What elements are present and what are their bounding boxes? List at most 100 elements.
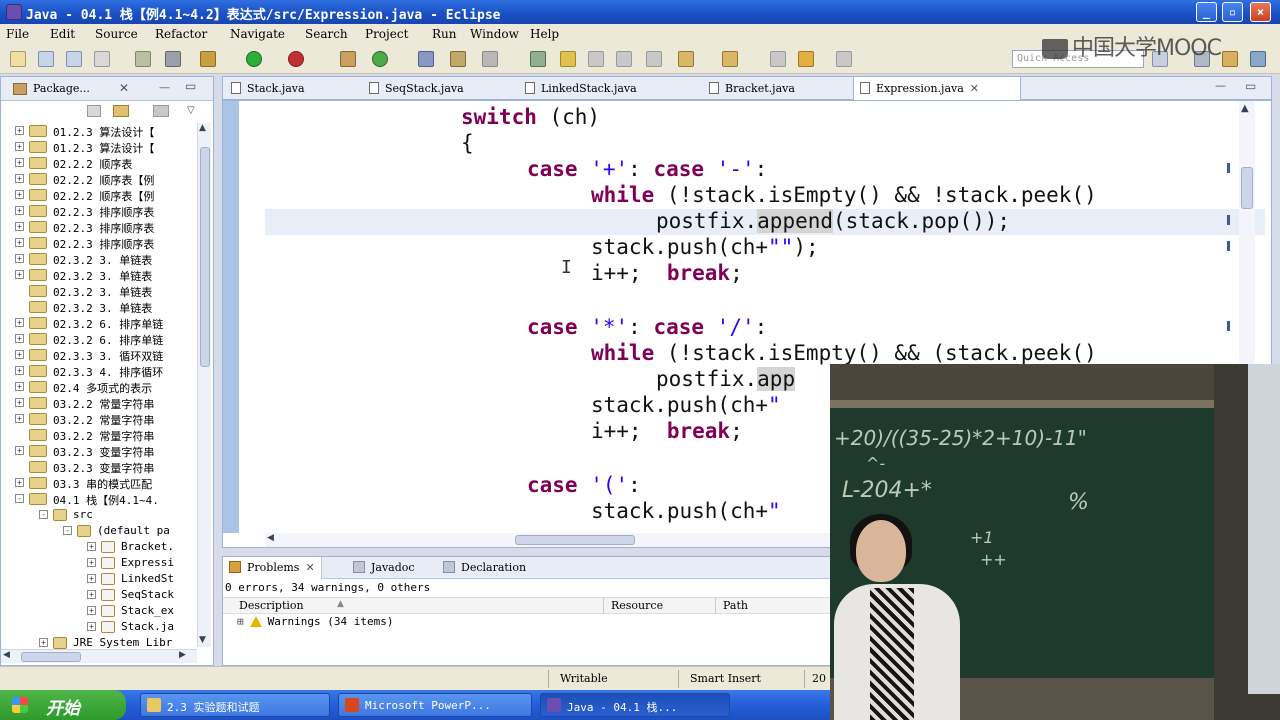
expand-icon[interactable]: ⊞ [237, 615, 244, 628]
collapse-icon[interactable]: - [63, 526, 72, 535]
expand-icon[interactable]: + [87, 606, 96, 615]
debug-perspective-icon[interactable] [1250, 51, 1266, 67]
expand-icon[interactable]: + [87, 574, 96, 583]
taskbar-item-powerpoint[interactable]: Microsoft PowerP... [338, 693, 532, 717]
menu-help[interactable]: Help [530, 27, 559, 41]
skip-icon[interactable] [94, 51, 110, 67]
expand-icon[interactable]: + [15, 190, 24, 199]
expand-icon[interactable]: + [15, 142, 24, 151]
collapse-all-icon[interactable] [87, 105, 101, 117]
tab-bracket-java[interactable]: Bracket.java [709, 77, 795, 100]
save-icon[interactable] [38, 51, 54, 67]
expand-icon[interactable]: + [15, 158, 24, 167]
scroll-left-icon[interactable]: ◀ [3, 650, 10, 660]
new-icon[interactable] [10, 51, 26, 67]
expand-icon[interactable]: + [15, 366, 24, 375]
java-perspective-icon[interactable] [1222, 51, 1238, 67]
package-explorer-tab[interactable]: Package... [33, 82, 90, 95]
expand-icon[interactable]: + [15, 238, 24, 247]
bug-icon[interactable] [200, 51, 216, 67]
expand-icon[interactable]: + [15, 254, 24, 263]
menu-navigate[interactable]: Navigate [230, 27, 285, 41]
minimize-button[interactable]: _ [1196, 2, 1217, 22]
menu-refactor[interactable]: Refactor [155, 27, 207, 41]
package-vertical-scrollbar[interactable]: ▲ ▼ [197, 123, 211, 647]
maximize-button[interactable]: ▫ [1222, 2, 1243, 22]
menu-source[interactable]: Source [95, 27, 138, 41]
next-annotation-icon[interactable] [678, 51, 694, 67]
debug-icon[interactable] [135, 51, 151, 67]
column-path[interactable]: Path [723, 599, 748, 612]
overview-mark[interactable] [1227, 241, 1230, 251]
tab-problems[interactable]: Problems ✕ [223, 557, 322, 579]
highlight-icon[interactable] [560, 51, 576, 67]
maximize-editor-icon[interactable]: ▭ [1245, 79, 1256, 93]
tab-linkedstack-java[interactable]: LinkedStack.java [525, 77, 637, 100]
expand-icon[interactable]: + [87, 542, 96, 551]
editor-horizontal-scrollbar[interactable]: ◀ [265, 533, 835, 547]
menu-project[interactable]: Project [365, 27, 408, 41]
expand-icon[interactable]: + [39, 638, 48, 647]
forward-icon[interactable] [836, 51, 852, 67]
column-description[interactable]: Description [239, 599, 304, 612]
expand-icon[interactable]: + [15, 382, 24, 391]
expand-icon[interactable]: + [15, 318, 24, 327]
scroll-up-icon[interactable]: ▲ [1241, 103, 1249, 114]
expand-icon[interactable]: + [15, 414, 24, 423]
link-editor-icon[interactable] [113, 105, 129, 117]
annotation-icon[interactable] [530, 51, 546, 67]
menu-file[interactable]: File [6, 27, 29, 41]
external-tools-icon[interactable] [288, 51, 304, 67]
expand-icon[interactable]: + [15, 478, 24, 487]
close-view-icon[interactable]: ✕ [119, 81, 129, 95]
close-button[interactable]: × [1250, 2, 1271, 22]
expand-icon[interactable]: + [87, 590, 96, 599]
tab-declaration[interactable]: Declaration [443, 561, 526, 574]
scroll-left-icon[interactable]: ◀ [267, 533, 274, 543]
taskbar-item-folder[interactable]: 2.3 实验题和试题 [140, 693, 330, 717]
expand-icon[interactable]: + [15, 446, 24, 455]
tab-expression-java[interactable]: Expression.java ✕ [853, 77, 1021, 100]
expand-icon[interactable]: + [87, 558, 96, 567]
problems-row-warnings[interactable]: ⊞ Warnings (34 items) [237, 615, 393, 628]
menu-search[interactable]: Search [305, 27, 348, 41]
minimize-view-icon[interactable]: — [159, 81, 170, 94]
new-package-icon[interactable] [340, 51, 356, 67]
menu-edit[interactable]: Edit [50, 27, 75, 41]
show-whitespace-icon[interactable] [588, 51, 604, 67]
expand-icon[interactable]: + [15, 222, 24, 231]
expand-icon[interactable]: + [15, 334, 24, 343]
close-tab-icon[interactable]: ✕ [970, 82, 979, 95]
prev-annotation-icon[interactable] [722, 51, 738, 67]
close-tab-icon[interactable]: ✕ [305, 561, 314, 574]
back-icon[interactable] [798, 51, 814, 67]
scroll-down-icon[interactable]: ▼ [199, 635, 206, 645]
block-select-icon[interactable] [616, 51, 632, 67]
tab-stack-java[interactable]: Stack.java [231, 77, 305, 100]
expand-icon[interactable]: + [15, 270, 24, 279]
overview-mark[interactable] [1227, 163, 1230, 173]
package-horizontal-scrollbar[interactable]: ◀ ▶ [1, 649, 197, 663]
pin-icon[interactable] [646, 51, 662, 67]
view-menu-chevron-icon[interactable]: ▽ [187, 105, 195, 116]
search-icon[interactable] [450, 51, 466, 67]
maximize-view-icon[interactable]: ▭ [185, 79, 196, 93]
editor-hscroll-thumb[interactable] [515, 535, 635, 545]
overview-mark[interactable] [1227, 321, 1230, 331]
editor-scroll-thumb[interactable] [1241, 167, 1253, 209]
collapse-icon[interactable]: - [15, 494, 24, 503]
edit-icon[interactable] [482, 51, 498, 67]
menu-window[interactable]: Window [470, 27, 519, 41]
package-scroll-thumb[interactable] [200, 147, 210, 367]
tab-seqstack-java[interactable]: SeqStack.java [369, 77, 464, 100]
expand-icon[interactable]: + [15, 126, 24, 135]
scroll-up-icon[interactable]: ▲ [199, 123, 206, 133]
overview-mark[interactable] [1227, 215, 1230, 225]
package-hscroll-thumb[interactable] [21, 652, 81, 662]
minimize-editor-icon[interactable]: — [1215, 79, 1226, 92]
expand-icon[interactable]: + [15, 398, 24, 407]
collapse-icon[interactable]: - [39, 510, 48, 519]
open-type-icon[interactable] [418, 51, 434, 67]
scroll-right-icon[interactable]: ▶ [179, 650, 186, 660]
expand-icon[interactable]: + [15, 206, 24, 215]
